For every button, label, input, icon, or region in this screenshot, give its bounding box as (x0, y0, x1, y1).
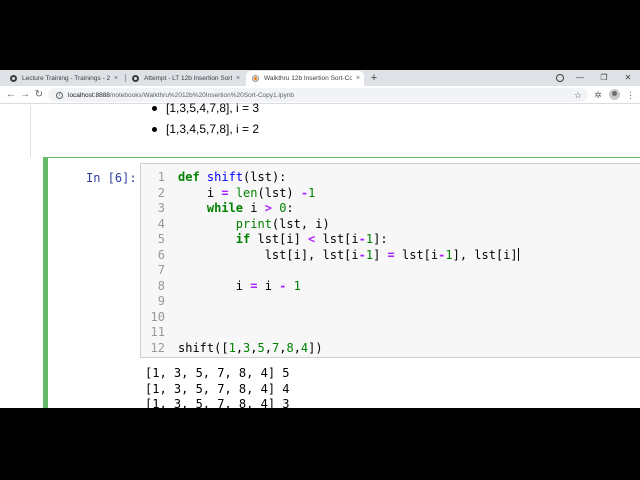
tab-search-icon[interactable] (556, 74, 564, 82)
line-number: 11 (150, 325, 165, 339)
code-line[interactable]: shift([1,3,5,7,8,4]) (178, 341, 323, 357)
minimize-button[interactable]: — (570, 71, 590, 85)
line-number: 6 (157, 247, 165, 262)
output-line: [1, 3, 5, 7, 8, 4] 3 (145, 397, 290, 408)
code-line[interactable]: def shift(lst): (178, 170, 286, 186)
cell-divider (30, 105, 31, 157)
line-number: 3 (157, 201, 165, 215)
markdown-list: [1,3,5,4,7,8], i = 3 [1,3,4,5,7,8], i = … (148, 101, 259, 140)
close-window-button[interactable]: ✕ (618, 71, 638, 85)
menu-icon[interactable]: ⋮ (626, 88, 635, 102)
jupyter-tab-icon (132, 75, 139, 82)
tab-lecture-training[interactable]: Lecture Training - Trainings - 20... × (4, 71, 122, 86)
tab-label: Lecture Training - Trainings - 20... (22, 75, 110, 82)
forward-button[interactable]: → (18, 88, 32, 102)
list-item: [1,3,5,4,7,8], i = 3 (148, 98, 259, 119)
back-button[interactable]: ← (4, 88, 18, 102)
site-info-icon[interactable]: i (56, 91, 63, 99)
close-icon[interactable]: × (232, 75, 244, 82)
line-number: 8 (157, 278, 165, 293)
restore-button[interactable]: ❐ (594, 71, 614, 85)
line-number: 10 (150, 309, 165, 324)
text-cursor (517, 247, 519, 261)
new-tab-button[interactable]: + (368, 71, 380, 85)
line-number: 7 (157, 263, 165, 277)
code-line[interactable]: lst[i], lst[i-1] = lst[i-1], lst[i] (178, 247, 519, 264)
cell-output: [1, 3, 5, 7, 8, 4] 5 [1, 3, 5, 7, 8, 4] … (145, 366, 290, 408)
cell-prompt: In [6]: (86, 171, 137, 185)
code-line[interactable]: while i > 0: (178, 201, 294, 217)
output-line: [1, 3, 5, 7, 8, 4] 4 (145, 381, 290, 396)
code-line[interactable]: print(lst, i) (178, 217, 330, 233)
line-number: 9 (157, 294, 165, 308)
code-cell[interactable]: In [6]: 1 2 3 4 5 6 7 8 9 10 11 12 def s… (43, 157, 640, 408)
tab-label: Attempt - LT 12b Insertion Sort - (144, 75, 232, 82)
line-number: 12 (150, 340, 165, 355)
bookmark-star-icon[interactable]: ☆ (574, 88, 582, 102)
jupyter-tab-icon (252, 75, 259, 82)
line-number: 2 (157, 185, 165, 200)
code-line[interactable]: i = i - 1 (178, 279, 301, 295)
address-bar[interactable]: i localhost:8888/notebooks/Walkthru%2012… (48, 88, 588, 102)
browser-toolbar: ← → ↻ i localhost:8888/notebooks/Walkthr… (0, 86, 640, 104)
tab-strip: Lecture Training - Trainings - 20... × A… (0, 70, 640, 86)
tab-label: Walkthru 12b Insertion Sort-Copy... (264, 75, 352, 82)
close-icon[interactable]: × (352, 75, 364, 82)
extensions-icon[interactable]: ✲ (592, 88, 604, 102)
tab-walkthru-active[interactable]: Walkthru 12b Insertion Sort-Copy... × (246, 71, 364, 86)
reload-button[interactable]: ↻ (32, 88, 46, 102)
code-editor[interactable]: 1 2 3 4 5 6 7 8 9 10 11 12 def shift(lst… (140, 163, 640, 358)
line-number: 5 (157, 232, 165, 246)
list-item: [1,3,4,5,7,8], i = 2 (148, 119, 259, 140)
output-line: [1, 3, 5, 7, 8, 4] 5 (145, 366, 290, 380)
url-host: localhost:8888 (68, 91, 110, 99)
line-number-gutter: 1 2 3 4 5 6 7 8 9 10 11 12 (141, 164, 171, 357)
tab-attempt[interactable]: Attempt - LT 12b Insertion Sort - × (126, 71, 244, 86)
close-icon[interactable]: × (110, 75, 122, 82)
code-line[interactable]: if lst[i] < lst[i-1]: (178, 232, 388, 248)
avatar[interactable] (609, 89, 620, 100)
line-number: 1 (157, 170, 165, 184)
code-line[interactable]: i = len(lst) -1 (178, 186, 315, 202)
jupyter-tab-icon (10, 75, 17, 82)
browser-window: Lecture Training - Trainings - 20... × A… (0, 70, 640, 408)
line-number: 4 (157, 216, 165, 231)
notebook-area: [1,3,5,4,7,8], i = 3 [1,3,4,5,7,8], i = … (0, 101, 640, 408)
